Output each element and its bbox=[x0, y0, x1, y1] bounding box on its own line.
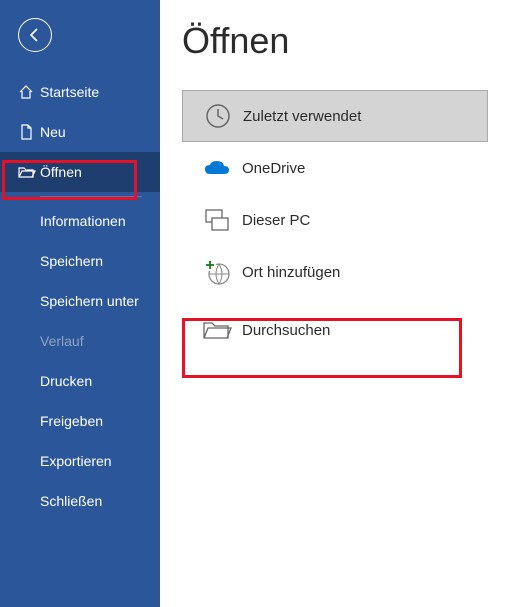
option-label-recent: Zuletzt verwendet bbox=[243, 108, 361, 125]
home-icon bbox=[18, 84, 40, 100]
sidebar-item-verlauf: Verlauf bbox=[0, 321, 160, 361]
option-addplace[interactable]: Ort hinzufügen bbox=[182, 246, 488, 298]
sidebar-label-speichern-unter: Speichern unter bbox=[40, 293, 139, 309]
option-recent[interactable]: Zuletzt verwendet bbox=[182, 90, 488, 142]
main-panel: Öffnen Zuletzt verwendet OneDrive Dieser… bbox=[160, 0, 518, 607]
page-title: Öffnen bbox=[182, 20, 488, 62]
clock-icon bbox=[193, 102, 243, 130]
onedrive-icon bbox=[192, 158, 242, 178]
sidebar-item-speichern[interactable]: Speichern bbox=[0, 241, 160, 281]
option-label-thispc: Dieser PC bbox=[242, 212, 310, 229]
sidebar-label-oeffnen: Öffnen bbox=[40, 164, 82, 180]
sidebar-item-startseite[interactable]: Startseite bbox=[0, 72, 160, 112]
sidebar-label-informationen: Informationen bbox=[40, 213, 126, 229]
back-arrow-icon bbox=[27, 27, 43, 43]
option-label-onedrive: OneDrive bbox=[242, 160, 305, 177]
sidebar-item-exportieren[interactable]: Exportieren bbox=[0, 441, 160, 481]
option-thispc[interactable]: Dieser PC bbox=[182, 194, 488, 246]
sidebar-item-informationen[interactable]: Informationen bbox=[0, 201, 160, 241]
sidebar-label-freigeben: Freigeben bbox=[40, 413, 103, 429]
sidebar-item-schliessen[interactable]: Schließen bbox=[0, 481, 160, 521]
sidebar-item-freigeben[interactable]: Freigeben bbox=[0, 401, 160, 441]
option-browse[interactable]: Durchsuchen bbox=[182, 304, 488, 356]
backstage-sidebar: Startseite Neu Öffnen Informationen Spei… bbox=[0, 0, 160, 607]
sidebar-label-speichern: Speichern bbox=[40, 253, 103, 269]
sidebar-label-verlauf: Verlauf bbox=[40, 333, 84, 349]
sidebar-item-neu[interactable]: Neu bbox=[0, 112, 160, 152]
browse-folder-icon bbox=[192, 318, 242, 342]
sidebar-label-neu: Neu bbox=[40, 124, 66, 140]
back-button[interactable] bbox=[18, 18, 52, 52]
new-document-icon bbox=[18, 124, 40, 140]
option-onedrive[interactable]: OneDrive bbox=[182, 142, 488, 194]
computer-icon bbox=[192, 208, 242, 232]
add-location-icon bbox=[192, 258, 242, 286]
option-label-addplace: Ort hinzufügen bbox=[242, 264, 340, 281]
sidebar-label-schliessen: Schließen bbox=[40, 493, 102, 509]
open-folder-icon bbox=[18, 164, 40, 180]
sidebar-item-oeffnen[interactable]: Öffnen bbox=[0, 152, 160, 192]
sidebar-divider bbox=[40, 196, 142, 197]
sidebar-label-startseite: Startseite bbox=[40, 84, 99, 100]
option-label-browse: Durchsuchen bbox=[242, 322, 330, 339]
sidebar-label-exportieren: Exportieren bbox=[40, 453, 112, 469]
sidebar-label-drucken: Drucken bbox=[40, 373, 92, 389]
sidebar-item-drucken[interactable]: Drucken bbox=[0, 361, 160, 401]
sidebar-item-speichern-unter[interactable]: Speichern unter bbox=[0, 281, 160, 321]
